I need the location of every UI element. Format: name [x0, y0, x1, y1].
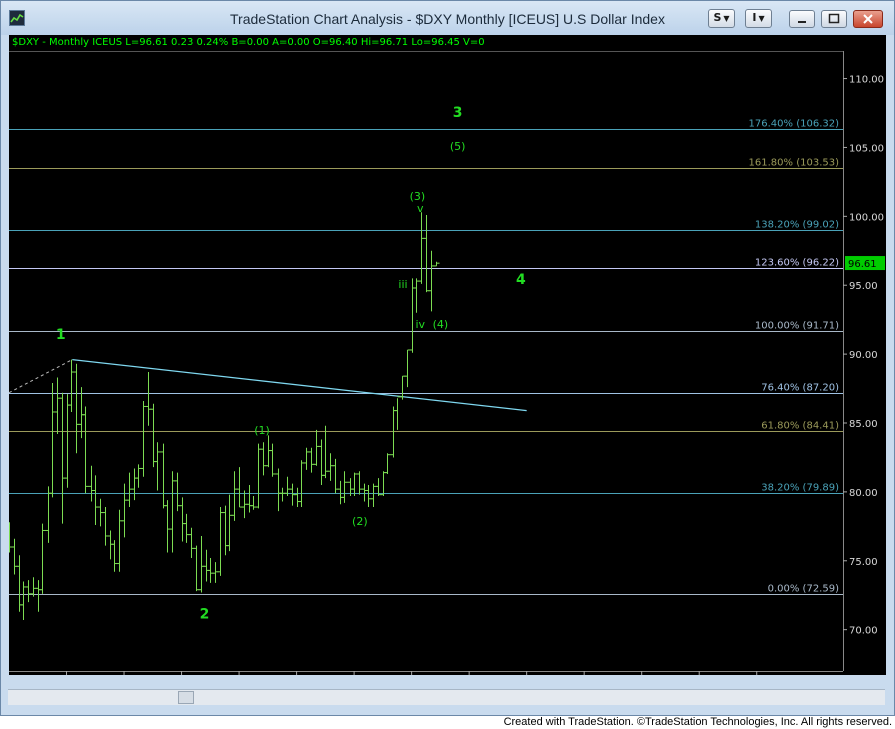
y-tick-label: 100.00 [849, 212, 884, 223]
fib-level-label: 0.00% (72.59) [768, 584, 839, 595]
symbol-status-line: $DXY - Monthly ICEUS L=96.61 0.23 0.24% … [12, 37, 485, 48]
y-tick-label: 105.00 [849, 143, 884, 154]
minimize-icon [798, 21, 806, 23]
elliott-wave-label: iii [398, 278, 407, 291]
elliott-wave-label: v [417, 202, 424, 215]
y-tick-label: 95.00 [849, 281, 878, 292]
y-tick-label: 75.00 [849, 557, 878, 568]
i-button-label: I [752, 11, 757, 24]
maximize-icon [828, 13, 840, 24]
indicator-link-i-button[interactable]: I ▼ [745, 9, 772, 28]
minimize-button[interactable] [789, 10, 815, 28]
fib-level-label: 123.60% (96.22) [755, 258, 839, 269]
symbol-link-s-button[interactable]: S ▼ [708, 9, 735, 28]
chart-area[interactable]: 70.00 75.00 80.00 85.00 90.00 95.00 100.00 105.… [6, 35, 886, 689]
y-tick-label: 90.00 [849, 350, 878, 361]
elliott-wave-label: (3) [410, 190, 426, 203]
elliott-wave-label: 3 [453, 105, 463, 121]
horizontal-scrollbar[interactable] [8, 689, 885, 705]
elliott-wave-label: 4 [516, 272, 526, 288]
fib-level-label: 38.20% (79.89) [761, 483, 839, 494]
y-tick-label: 70.00 [849, 626, 878, 637]
fib-level-label: 100.00% (91.71) [755, 321, 839, 332]
price-chart[interactable]: 70.00 75.00 80.00 85.00 90.00 95.00 100.00 105.… [6, 35, 886, 689]
elliott-wave-label: (1) [254, 424, 270, 437]
elliott-wave-label: 1 [56, 327, 66, 343]
elliott-wave-label: (2) [352, 515, 368, 528]
copyright-credit: Created with TradeStation. ©TradeStation… [503, 716, 892, 728]
fib-level-label: 76.40% (87.20) [761, 383, 839, 394]
chart-window: TradeStation Chart Analysis - $DXY Month… [0, 0, 895, 716]
s-button-label: S [713, 11, 722, 24]
fib-level-label: 176.40% (106.32) [749, 119, 840, 130]
maximize-button[interactable] [821, 10, 847, 28]
y-tick-label: 110.00 [849, 75, 884, 86]
fib-level-label: 138.20% (99.02) [755, 220, 839, 231]
chevron-down-icon: ▼ [758, 14, 765, 23]
fib-level-label: 61.80% (84.41) [761, 421, 839, 432]
title-bar[interactable]: TradeStation Chart Analysis - $DXY Month… [1, 1, 894, 35]
close-icon [863, 14, 873, 24]
scrollbar-thumb[interactable] [178, 691, 194, 704]
elliott-wave-label: iv [415, 318, 425, 331]
elliott-wave-label: (5) [450, 140, 466, 153]
y-tick-label: 80.00 [849, 488, 878, 499]
footer: Created with TradeStation. ©TradeStation… [0, 716, 895, 729]
chart-background [9, 35, 886, 675]
last-price-label: 96.61 [848, 259, 877, 270]
fib-level-label: 161.80% (103.53) [749, 158, 840, 169]
y-tick-label: 85.00 [849, 419, 878, 430]
elliott-wave-label: (4) [433, 318, 449, 331]
close-button[interactable] [853, 10, 883, 28]
elliott-wave-label: 2 [200, 607, 210, 623]
chevron-down-icon: ▼ [723, 14, 730, 23]
